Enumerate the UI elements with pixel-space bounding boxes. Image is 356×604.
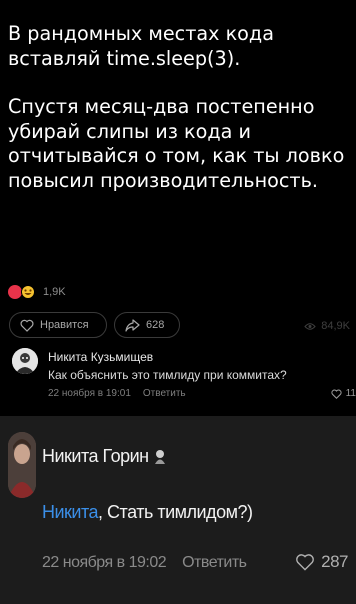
avatar[interactable] [12, 348, 38, 374]
eye-icon [304, 322, 316, 330]
heart-reaction-icon [8, 285, 22, 299]
share-arrow-icon [125, 318, 140, 332]
comment-like-count: 11 [345, 388, 356, 399]
comment-author-name: Никита Горин [42, 446, 149, 466]
comment-item: Никита Горин Никита, Стать тимлидом?) 22… [0, 416, 356, 604]
mention-link[interactable]: Никита [42, 502, 99, 522]
reactions-count: 1,9K [43, 286, 66, 298]
comment-date: 22 ноября в 19:02 [42, 554, 167, 571]
comment-text-body: , Стать тимлидом?) [98, 502, 253, 522]
post-paragraph-2: Спустя месяц-два постепенно убирай слипы… [8, 95, 345, 192]
share-button[interactable]: 628 [114, 312, 180, 338]
like-button-label: Нравится [40, 319, 89, 331]
comment-meta: 22 ноября в 19:01 Ответить [48, 388, 186, 399]
heart-outline-icon [331, 389, 342, 399]
heart-outline-icon [296, 554, 315, 571]
comment-like-button[interactable]: 11 [331, 388, 356, 399]
comment-text: Никита, Стать тимлидом?) [42, 502, 253, 523]
views-counter: 84,9K [304, 320, 350, 332]
post-paragraph-1: В рандомных местах кода вставляй time.sl… [8, 22, 274, 70]
share-count: 628 [146, 319, 165, 331]
comment-like-count: 287 [321, 552, 348, 571]
comment-text: Как объяснить это тимлиду при коммитах? [48, 368, 287, 382]
comment-meta: 22 ноября в 19:02 Ответить [42, 554, 247, 572]
comment-date: 22 ноября в 19:01 [48, 388, 131, 399]
reactions-summary[interactable]: 1,9K [8, 282, 66, 302]
like-button[interactable]: Нравится [9, 312, 107, 338]
post-body: В рандомных местах кода вставляй time.sl… [8, 22, 353, 194]
views-count: 84,9K [321, 320, 350, 332]
reply-link[interactable]: Ответить [143, 388, 186, 399]
heart-outline-icon [20, 319, 34, 332]
comment-item: Никита Кузьмищев Как объяснить это тимли… [0, 342, 356, 416]
comment-like-button[interactable]: 287 [295, 552, 348, 572]
badge-icon [154, 449, 165, 464]
comment-author[interactable]: Никита Горин [42, 446, 167, 467]
comment-author[interactable]: Никита Кузьмищев [48, 350, 153, 364]
post-actions-bar: Нравится 628 84,9K [0, 306, 356, 342]
avatar[interactable] [8, 432, 36, 498]
laughing-face-reaction-icon [21, 285, 35, 299]
reply-link[interactable]: Ответить [182, 554, 247, 572]
